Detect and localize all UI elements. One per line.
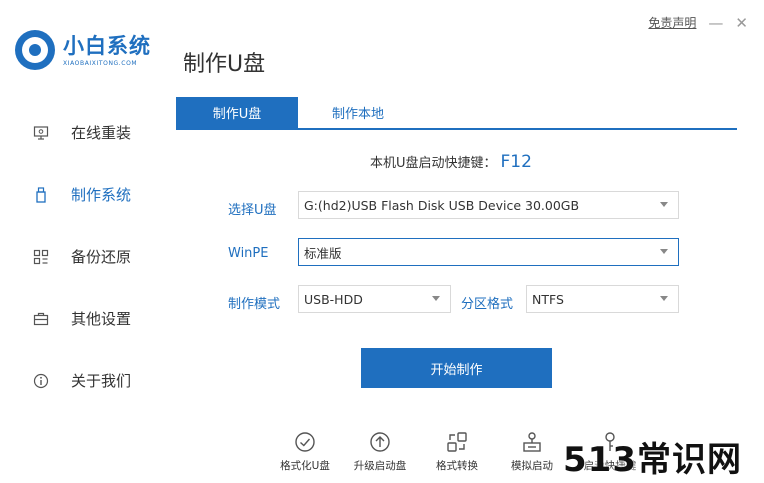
chevron-down-icon [660,249,668,254]
winpe-select-value: 标准版 [304,245,342,261]
tool-format-convert[interactable]: 格式转换 [422,431,492,473]
convert-icon [447,432,467,452]
chevron-down-icon [660,296,668,301]
sidebar-item-make-system[interactable]: 制作系统 [32,184,131,205]
start-making-button[interactable]: 开始制作 [361,348,552,388]
app-logo: 小白系统 XIAOBAIXITONG.COM [15,30,151,70]
chevron-down-icon [432,296,440,301]
sidebar-item-label: 制作系统 [71,186,132,204]
simulate-icon [523,432,541,452]
winpe-select[interactable]: 标准版 [298,238,679,266]
hotkey-label: 本机U盘启动快捷键： [370,156,497,171]
tool-label: 升级启动盘 [353,460,407,472]
hotkey-info: 本机U盘启动快捷键： F12 [370,152,532,172]
mode-select[interactable]: USB-HDD [298,285,451,313]
usb-select-label: 选择U盘 [228,203,277,218]
close-button[interactable]: ✕ [735,15,748,31]
chevron-down-icon [660,202,668,207]
sidebar-item-label: 关于我们 [71,372,132,390]
partition-select-label: 分区格式 [461,297,514,312]
arrow-up-circle-icon [370,432,390,452]
mode-select-value: USB-HDD [304,291,363,307]
sidebar-item-label: 备份还原 [71,248,132,266]
winpe-select-label: WinPE [228,246,269,261]
sidebar-item-about-us[interactable]: 关于我们 [32,370,131,391]
info-icon [32,372,50,390]
logo-mark-icon [15,30,55,70]
tool-simulate-boot[interactable]: 模拟启动 [497,431,567,473]
hotkey-value: F12 [500,152,532,172]
tool-format-usb[interactable]: 格式化U盘 [270,431,340,473]
logo-title: 小白系统 [63,33,151,58]
monitor-icon [32,124,50,142]
page-title: 制作U盘 [183,52,266,77]
partition-select[interactable]: NTFS [526,285,679,313]
minimize-button[interactable]: — [708,15,723,31]
sidebar-item-label: 在线重装 [71,124,132,142]
disclaimer-link[interactable]: 免责声明 [648,14,696,31]
partition-select-value: NTFS [532,291,564,307]
sidebar-item-other-settings[interactable]: 其他设置 [32,308,131,329]
mode-select-label: 制作模式 [228,297,281,312]
usb-select-value: G:(hd2)USB Flash Disk USB Device 30.00GB [304,197,580,213]
sidebar-item-label: 其他设置 [71,310,132,328]
tab-bar: 制作U盘 制作本地 [176,97,737,130]
tab-make-local[interactable]: 制作本地 [298,97,418,128]
tool-label: 模拟启动 [511,460,553,472]
usb-select[interactable]: G:(hd2)USB Flash Disk USB Device 30.00GB [298,191,679,219]
watermark: 513常识网 [563,440,742,480]
tool-upgrade-boot-disk[interactable]: 升级启动盘 [345,431,415,473]
briefcase-icon [32,310,50,328]
check-circle-icon [295,432,315,452]
grid-icon [32,248,50,266]
window-controls: 免责声明 — ✕ [648,14,748,31]
sidebar-item-backup-restore[interactable]: 备份还原 [32,246,131,267]
tool-label: 格式化U盘 [280,460,330,472]
logo-subtitle: XIAOBAIXITONG.COM [63,59,138,67]
tool-label: 格式转换 [436,460,478,472]
tab-make-usb[interactable]: 制作U盘 [176,97,298,128]
sidebar-item-online-reinstall[interactable]: 在线重装 [32,122,131,143]
usb-icon [32,186,50,204]
